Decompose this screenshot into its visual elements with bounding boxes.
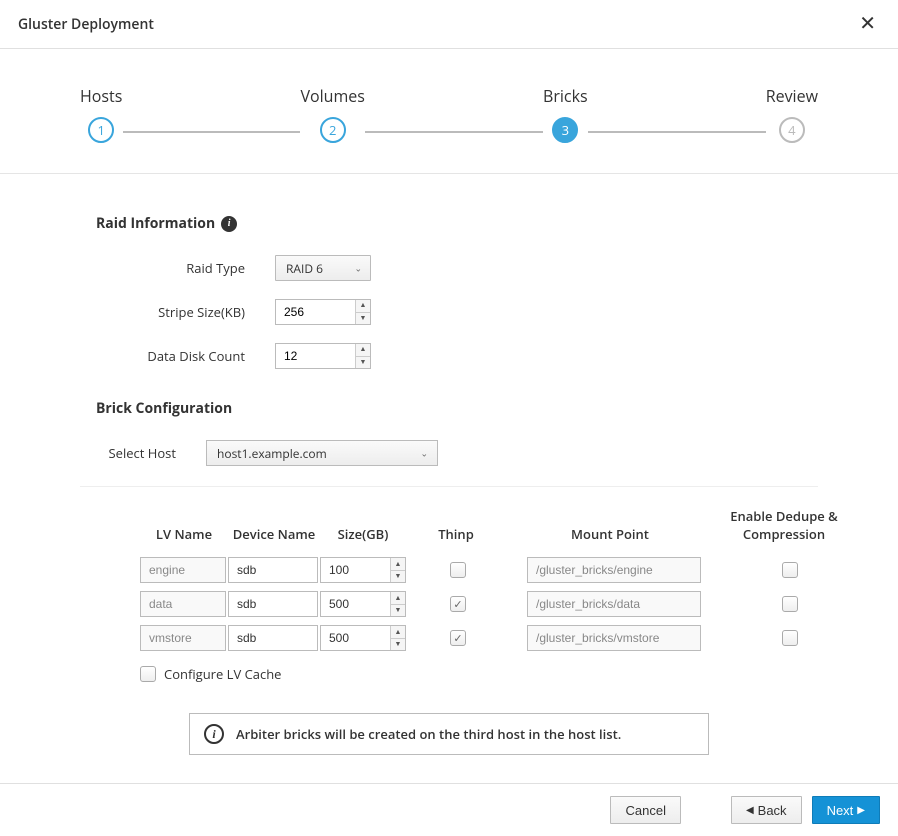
thinp-checkbox[interactable] <box>450 630 466 646</box>
info-alert: i Arbiter bricks will be created on the … <box>189 713 709 755</box>
cancel-button[interactable]: Cancel <box>610 796 680 824</box>
spinner-down-icon[interactable]: ▼ <box>391 639 405 651</box>
chevron-left-icon: ◀ <box>746 805 754 816</box>
next-button[interactable]: Next ▶ <box>812 796 880 824</box>
spinner-up-icon[interactable]: ▲ <box>391 592 405 605</box>
step-connector <box>349 131 547 133</box>
chevron-right-icon: ▶ <box>857 805 865 816</box>
step-number: 4 <box>779 117 805 143</box>
device-name-input[interactable] <box>228 557 318 583</box>
step-label: Hosts <box>80 85 122 107</box>
dialog-title: Gluster Deployment <box>18 15 154 34</box>
col-thinp: Thinp <box>406 525 506 543</box>
alert-text: Arbiter bricks will be created on the th… <box>236 725 621 743</box>
spinner-down-icon[interactable]: ▼ <box>391 571 405 583</box>
step-label: Volumes <box>300 85 364 107</box>
step-label: Review <box>766 85 818 107</box>
step-number: 2 <box>320 117 346 143</box>
step-volumes[interactable]: Volumes 2 <box>300 85 364 143</box>
col-size: Size(GB) <box>320 525 406 543</box>
configure-lv-cache-label: Configure LV Cache <box>164 665 281 683</box>
col-dedupe: Enable Dedupe & Compression <box>714 507 854 543</box>
back-button[interactable]: ◀ Back <box>731 796 802 824</box>
raid-type-select[interactable]: RAID 6 ⌄ <box>275 255 371 281</box>
dedupe-checkbox[interactable] <box>782 562 798 578</box>
device-name-input[interactable] <box>228 625 318 651</box>
chevron-down-icon: ⌄ <box>420 447 428 460</box>
lv-name-input[interactable] <box>140 591 226 617</box>
spinner-up-icon[interactable]: ▲ <box>391 626 405 639</box>
thinp-checkbox[interactable] <box>450 596 466 612</box>
step-connector <box>573 131 773 133</box>
step-review[interactable]: Review 4 <box>766 85 818 143</box>
select-host-value: host1.example.com <box>217 445 327 462</box>
raid-type-label: Raid Type <box>0 259 275 277</box>
table-row: ▲ ▼ <box>140 591 898 617</box>
table-row: ▲ ▼ <box>140 625 898 651</box>
lv-name-input[interactable] <box>140 625 226 651</box>
step-bricks[interactable]: Bricks 3 <box>543 85 588 143</box>
step-number: 3 <box>552 117 578 143</box>
spinner-down-icon[interactable]: ▼ <box>356 313 370 325</box>
col-device-name: Device Name <box>228 525 320 543</box>
close-icon: ✕ <box>859 13 876 35</box>
divider <box>80 486 818 487</box>
raid-section-label: Raid Information <box>96 214 215 233</box>
mount-point-input[interactable] <box>527 557 701 583</box>
next-label: Next <box>827 803 854 818</box>
select-host-dropdown[interactable]: host1.example.com ⌄ <box>206 440 438 466</box>
lv-name-input[interactable] <box>140 557 226 583</box>
disk-count-label: Data Disk Count <box>0 347 275 365</box>
raid-section-title: Raid Information i <box>96 214 898 233</box>
spinner-down-icon[interactable]: ▼ <box>356 357 370 369</box>
col-lv-name: LV Name <box>140 525 228 543</box>
close-button[interactable]: ✕ <box>855 14 880 34</box>
dedupe-checkbox[interactable] <box>782 596 798 612</box>
configure-lv-cache-checkbox[interactable] <box>140 666 156 682</box>
chevron-down-icon: ⌄ <box>354 262 362 275</box>
device-name-input[interactable] <box>228 591 318 617</box>
info-icon: i <box>204 724 224 744</box>
select-host-label: Select Host <box>0 444 206 462</box>
dedupe-checkbox[interactable] <box>782 630 798 646</box>
step-label: Bricks <box>543 85 588 107</box>
info-icon[interactable]: i <box>221 216 237 232</box>
spinner-down-icon[interactable]: ▼ <box>391 605 405 617</box>
table-row: ▲ ▼ <box>140 557 898 583</box>
stripe-size-label: Stripe Size(KB) <box>0 303 275 321</box>
raid-type-value: RAID 6 <box>286 260 323 277</box>
mount-point-input[interactable] <box>527 591 701 617</box>
col-mount-point: Mount Point <box>506 525 714 543</box>
step-connector <box>123 131 323 133</box>
mount-point-input[interactable] <box>527 625 701 651</box>
spinner-up-icon[interactable]: ▲ <box>356 300 370 313</box>
thinp-checkbox[interactable] <box>450 562 466 578</box>
back-label: Back <box>758 803 787 818</box>
brick-config-title: Brick Configuration <box>96 399 898 418</box>
step-number: 1 <box>88 117 114 143</box>
spinner-up-icon[interactable]: ▲ <box>391 558 405 571</box>
step-hosts[interactable]: Hosts 1 <box>80 85 122 143</box>
spinner-up-icon[interactable]: ▲ <box>356 344 370 357</box>
